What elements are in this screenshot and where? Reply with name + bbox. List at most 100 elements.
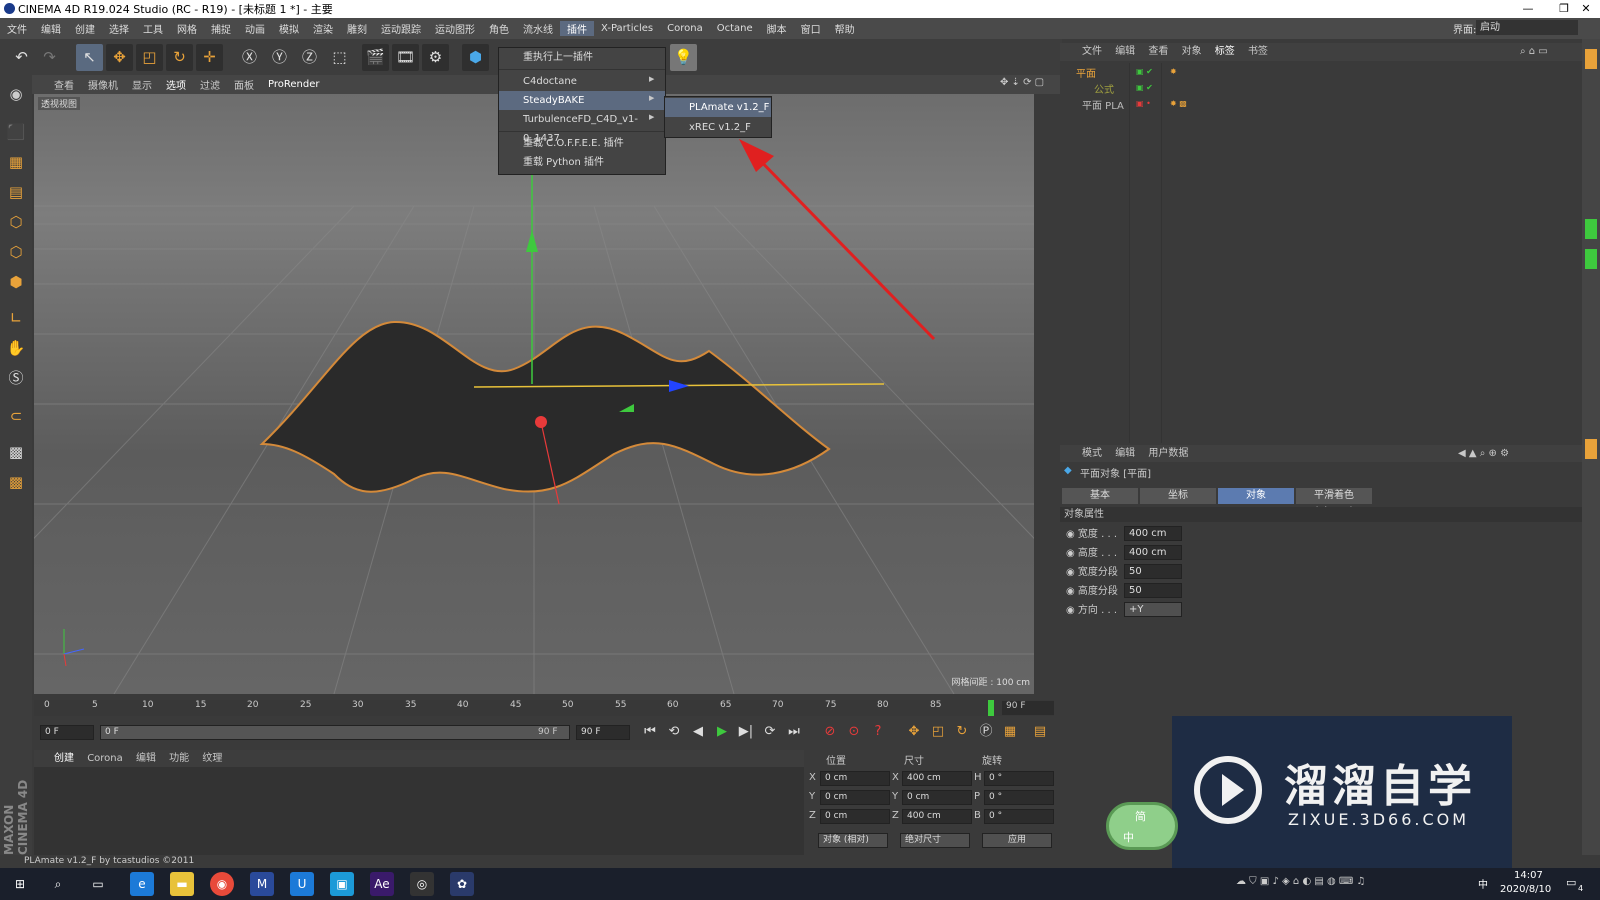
wave-surface[interactable] xyxy=(259,320,831,493)
record-keys-icon[interactable]: ⊘ xyxy=(820,722,840,742)
prop-orientation-dropdown[interactable]: +Y xyxy=(1124,602,1182,617)
ime-floating-widget[interactable]: 简 中 xyxy=(1106,802,1178,850)
side-tab-icon[interactable] xyxy=(1585,49,1597,69)
prop-radio-icon[interactable]: ◉ xyxy=(1066,529,1075,540)
menu-mograph[interactable]: 运动图形 xyxy=(428,21,482,36)
menu-file[interactable]: 文件 xyxy=(0,21,34,36)
vp-menu-prorender[interactable]: ProRender xyxy=(268,79,319,90)
menu-simulate[interactable]: 模拟 xyxy=(272,21,306,36)
after-effects-icon[interactable]: Ae xyxy=(370,872,394,896)
visibility-toggle-icon[interactable]: ▣ • xyxy=(1136,99,1151,108)
prop-height-seg-field[interactable]: 50 xyxy=(1124,583,1182,598)
vp-menu-display[interactable]: 显示 xyxy=(132,77,152,92)
key-rotation-icon[interactable]: ↻ xyxy=(952,722,972,742)
apply-button[interactable]: 应用 xyxy=(982,833,1052,848)
cinema4d-icon[interactable]: ◎ xyxy=(410,872,434,896)
prop-radio-icon[interactable]: ◉ xyxy=(1066,567,1075,578)
prop-radio-icon[interactable]: ◉ xyxy=(1066,605,1075,616)
om-menu-bookmarks[interactable]: 书签 xyxy=(1248,46,1268,57)
app-icon[interactable]: ✿ xyxy=(450,872,474,896)
prev-frame-icon[interactable]: ◀ xyxy=(688,722,708,742)
am-menu-edit[interactable]: 编辑 xyxy=(1115,448,1135,459)
tab-basic[interactable]: 基本 xyxy=(1062,488,1138,504)
visibility-toggle-icon[interactable]: ▣ ✔ xyxy=(1136,67,1153,76)
max-frame-field[interactable]: 90 F xyxy=(576,725,630,740)
plugin-menu-turbulencefd[interactable]: TurbulenceFD_C4D_v1-0_1437 xyxy=(499,110,665,144)
visibility-toggle-icon[interactable]: ▣ ✔ xyxy=(1136,83,1153,92)
menu-create[interactable]: 创建 xyxy=(68,21,102,36)
om-search-icon[interactable]: ⌕ ⌂ ▭ xyxy=(1520,43,1548,61)
mat-menu-function[interactable]: 功能 xyxy=(169,753,189,764)
browser-icon[interactable]: e xyxy=(130,872,154,896)
vp-menu-view[interactable]: 查看 xyxy=(54,77,74,92)
rot-h-field[interactable]: 0 ° xyxy=(984,771,1054,786)
rot-p-field[interactable]: 0 ° xyxy=(984,790,1054,805)
object-plane[interactable]: 平面 xyxy=(1076,65,1096,80)
go-to-start-icon[interactable]: ⏮ xyxy=(640,722,660,742)
clock-date[interactable]: 2020/8/10 xyxy=(1500,884,1551,895)
menu-corona[interactable]: Corona xyxy=(660,23,710,34)
menu-render[interactable]: 渲染 xyxy=(306,21,340,36)
redo-icon[interactable]: ↷ xyxy=(36,44,63,71)
vp-menu-filter[interactable]: 过滤 xyxy=(200,77,220,92)
model-mode-icon[interactable]: ⬛ xyxy=(3,119,29,145)
points-mode-icon[interactable]: ⬡ xyxy=(3,209,29,235)
solo-mode-icon[interactable]: Ⓢ xyxy=(3,365,29,391)
keyframe-selection-icon[interactable]: ? xyxy=(868,722,888,742)
app-icon[interactable]: U xyxy=(290,872,314,896)
submenu-xrec[interactable]: xREC v1.2_F xyxy=(665,118,771,137)
pos-z-field[interactable]: 0 cm xyxy=(820,809,890,824)
playhead-marker[interactable] xyxy=(988,700,994,716)
menu-script[interactable]: 脚本 xyxy=(760,21,794,36)
prev-key-icon[interactable]: ⟲ xyxy=(664,722,684,742)
clock-time[interactable]: 14:07 xyxy=(1514,870,1543,881)
next-frame-icon[interactable]: ▶| xyxy=(736,722,756,742)
render-to-picture-viewer-icon[interactable]: 🎞 xyxy=(392,44,419,71)
range-slider[interactable]: 0 F xyxy=(100,725,570,740)
om-menu-tags[interactable]: 标签 xyxy=(1215,46,1235,57)
plugin-menu-steadybake[interactable]: SteadyBAKE xyxy=(499,91,665,110)
menu-select[interactable]: 选择 xyxy=(102,21,136,36)
end-frame-field[interactable]: 90 F xyxy=(1002,701,1054,715)
x-axis-lock-icon[interactable]: Ⓧ xyxy=(236,44,263,71)
menu-window[interactable]: 窗口 xyxy=(794,21,828,36)
scale-tool-icon[interactable]: ◰ xyxy=(136,44,163,71)
search-icon[interactable]: ⌕ xyxy=(46,872,70,896)
rot-b-field[interactable]: 0 ° xyxy=(984,809,1054,824)
viewport-3d[interactable]: 透视视图 网格间距 : 100 cm xyxy=(34,94,1034,694)
snap-icon[interactable]: ⊂ xyxy=(3,403,29,429)
object-plane-pla[interactable]: 平面 PLA xyxy=(1082,97,1124,112)
coord-mode-dropdown[interactable]: 对象 (相对) xyxy=(818,833,888,848)
menu-motion-tracker[interactable]: 运动跟踪 xyxy=(374,21,428,36)
menu-plugins[interactable]: 插件 xyxy=(560,21,594,36)
vp-menu-panel[interactable]: 面板 xyxy=(234,77,254,92)
om-menu-view[interactable]: 查看 xyxy=(1148,46,1168,57)
task-view-icon[interactable]: ▭ xyxy=(86,872,110,896)
tweak-mode-icon[interactable]: ✋ xyxy=(3,335,29,361)
key-position-icon[interactable]: ✥ xyxy=(904,722,924,742)
menu-tools[interactable]: 工具 xyxy=(136,21,170,36)
prop-width-seg-field[interactable]: 50 xyxy=(1124,564,1182,579)
viewport-nav-icon[interactable]: ✥ ⇣ ⟳ ▢ xyxy=(1000,77,1044,88)
menu-character[interactable]: 角色 xyxy=(482,21,516,36)
minimize-button[interactable]: — xyxy=(1510,0,1546,18)
key-scale-icon[interactable]: ◰ xyxy=(928,722,948,742)
tray-ime-indicator[interactable]: 中 xyxy=(1478,876,1488,891)
z-axis-lock-icon[interactable]: Ⓩ xyxy=(296,44,323,71)
mat-menu-edit[interactable]: 编辑 xyxy=(136,753,156,764)
next-key-icon[interactable]: ⟳ xyxy=(760,722,780,742)
pos-y-field[interactable]: 0 cm xyxy=(820,790,890,805)
submenu-plamate[interactable]: PLAmate v1.2_F xyxy=(665,98,771,117)
play-icon[interactable]: ▶ xyxy=(712,722,732,742)
am-nav-icon[interactable]: ◀ ▲ ⌕ ⊕ ⚙ xyxy=(1458,445,1509,462)
tab-object[interactable]: 对象 xyxy=(1218,488,1294,504)
key-pla-icon[interactable]: ▦ xyxy=(1000,722,1020,742)
tab-phong[interactable]: 平滑着色(Phong) xyxy=(1296,488,1372,517)
close-button[interactable]: ✕ xyxy=(1568,0,1600,18)
tag-icon[interactable]: ✸ xyxy=(1170,67,1177,76)
mat-menu-texture[interactable]: 纹理 xyxy=(202,753,222,764)
workplane-icon[interactable]: ▩ xyxy=(3,439,29,465)
side-tab-icon[interactable] xyxy=(1585,219,1597,239)
prop-width-field[interactable]: 400 cm xyxy=(1124,526,1182,541)
app-icon[interactable]: ▣ xyxy=(330,872,354,896)
